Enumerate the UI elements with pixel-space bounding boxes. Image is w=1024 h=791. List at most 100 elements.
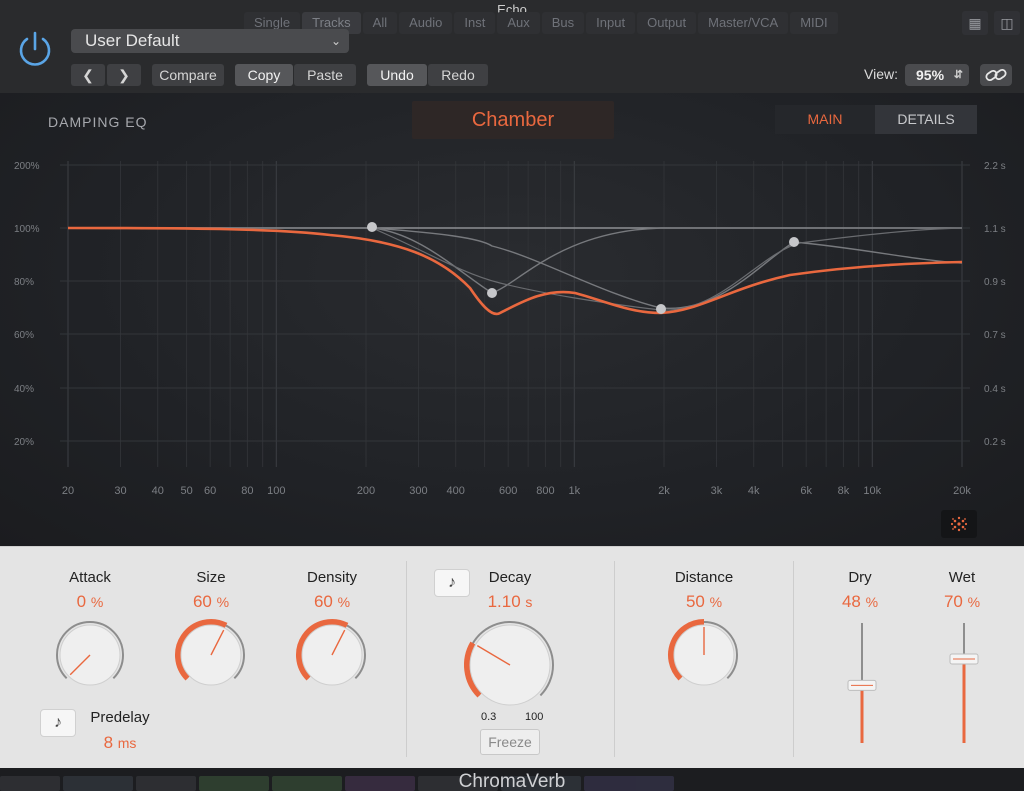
left-axis-label: 200%: [14, 161, 40, 172]
power-icon[interactable]: [14, 29, 56, 71]
eq-graph[interactable]: 200% 100% 80% 60% 40% 20% 2.2 s 1.1 s 0.9 s 0.7 s…: [0, 153, 1024, 498]
predelay-sync-button[interactable]: ♪: [40, 709, 76, 737]
brand-name: ChromaVerb: [458, 771, 566, 791]
chevron-left-icon: ❮: [82, 67, 94, 83]
decay-range-min: 0.3: [481, 711, 497, 723]
preset-select[interactable]: User Default ⌄: [71, 29, 349, 53]
tab-main[interactable]: MAIN: [775, 105, 875, 134]
columns-icon[interactable]: ▦: [962, 11, 988, 35]
strip-tab[interactable]: Bus: [541, 12, 585, 34]
freq-axis-label: 20k: [953, 485, 971, 497]
freq-axis-label: 6k: [800, 485, 812, 497]
prev-preset-button[interactable]: ❮: [71, 64, 105, 86]
controls-panel: Attack 0 % Size 60 % Density 60 % ♪ Pred…: [0, 546, 1024, 768]
freq-axis-label: 200: [357, 485, 375, 497]
eq-title: DAMPING EQ: [48, 114, 148, 130]
eq-handle-high[interactable]: [789, 237, 799, 247]
plugin-footer: ChromaVerb: [0, 768, 1024, 791]
freq-axis-label: 8k: [838, 485, 850, 497]
particle-view-icon[interactable]: [941, 510, 977, 538]
zoom-value: 95%: [916, 67, 945, 83]
freq-axis-label: 400: [447, 485, 465, 497]
decay-value: 1.10 s: [487, 592, 533, 611]
freq-axis-label: 20: [62, 485, 74, 497]
predelay-label: Predelay: [90, 709, 150, 726]
attack-label: Attack: [69, 569, 111, 586]
composite-eq-curve: [67, 226, 963, 316]
window-icons: ▦ ◫: [962, 11, 1020, 35]
eq-handle-low[interactable]: [367, 222, 377, 232]
wet-slider[interactable]: [948, 619, 980, 747]
decay-label: Decay: [488, 569, 532, 586]
size-label: Size: [196, 569, 226, 586]
band-curve-mid: [67, 227, 962, 294]
strip-tab[interactable]: Input: [586, 12, 636, 34]
wet-label: Wet: [948, 569, 976, 586]
freq-axis-label: 3k: [711, 485, 723, 497]
band-curve-low: [371, 227, 963, 311]
damping-eq-panel: DAMPING EQ Chamber MAIN DETAILS 200% 100%…: [0, 93, 1024, 546]
room-type-button[interactable]: Chamber: [412, 101, 614, 139]
attack-value: 0 %: [76, 592, 104, 611]
predelay-value[interactable]: 8 ms: [80, 733, 160, 753]
strip-tab[interactable]: Output: [637, 12, 697, 34]
eq-handle-mid-high[interactable]: [656, 304, 666, 314]
freq-axis-label: 100: [267, 485, 285, 497]
right-axis-label: 0.2 s: [984, 437, 1006, 448]
divider: [793, 561, 794, 757]
strip-tab[interactable]: MIDI: [790, 12, 838, 34]
dry-value: 48 %: [841, 592, 879, 611]
dry-slider[interactable]: [846, 619, 878, 747]
left-axis-label: 40%: [14, 384, 34, 395]
compare-button[interactable]: Compare: [152, 64, 224, 86]
decay-sync-button[interactable]: ♪: [434, 569, 470, 597]
next-preset-button[interactable]: ❯: [107, 64, 141, 86]
freq-axis-label: 10k: [863, 485, 881, 497]
left-axis-label: 20%: [14, 437, 34, 448]
strip-tab[interactable]: Inst: [454, 12, 496, 34]
freq-axis-label: 2k: [658, 485, 670, 497]
density-knob[interactable]: [292, 617, 372, 697]
left-axis-label: 80%: [14, 277, 34, 288]
attack-knob[interactable]: [50, 617, 130, 697]
preset-name: User Default: [85, 31, 180, 50]
paste-button[interactable]: Paste: [294, 64, 356, 86]
left-axis-label: 100%: [14, 224, 40, 235]
strip-tab[interactable]: All: [362, 12, 398, 34]
freq-axis-label: 4k: [748, 485, 760, 497]
link-icon[interactable]: [980, 64, 1012, 86]
distance-knob[interactable]: [664, 617, 744, 697]
freeze-button[interactable]: Freeze: [480, 729, 540, 755]
size-knob[interactable]: [171, 617, 251, 697]
view-tabs: MAIN DETAILS: [775, 105, 977, 134]
right-axis-label: 2.2 s: [984, 161, 1006, 172]
band-curve-high: [67, 227, 963, 309]
freq-axis-label: 50: [180, 485, 192, 497]
freq-axis-label: 80: [241, 485, 253, 497]
divider: [614, 561, 615, 757]
size-value: 60 %: [192, 592, 230, 611]
music-note-icon: ♪: [54, 714, 62, 731]
view-label: View:: [864, 66, 898, 82]
freq-axis-label: 30: [114, 485, 126, 497]
right-axis-label: 0.7 s: [984, 330, 1006, 341]
split-view-icon[interactable]: ◫: [994, 11, 1020, 35]
strip-tab[interactable]: Master/VCA: [698, 12, 789, 34]
freq-axis-label: 300: [409, 485, 427, 497]
tab-details[interactable]: DETAILS: [875, 105, 977, 134]
freq-axis-label: 40: [152, 485, 164, 497]
right-axis-label: 1.1 s: [984, 224, 1006, 235]
strip-tab[interactable]: Audio: [399, 12, 453, 34]
right-axis-label: 0.4 s: [984, 384, 1006, 395]
stepper-icon: ⇵: [953, 69, 963, 81]
redo-button[interactable]: Redo: [428, 64, 488, 86]
eq-handle-mid-low[interactable]: [487, 288, 497, 298]
chevron-down-icon: ⌄: [330, 34, 341, 48]
zoom-select[interactable]: 95% ⇵: [905, 64, 969, 86]
left-axis-label: 60%: [14, 330, 34, 341]
strip-tab[interactable]: Aux: [497, 12, 540, 34]
right-axis-label: 0.9 s: [984, 277, 1006, 288]
undo-button[interactable]: Undo: [367, 64, 427, 86]
copy-button[interactable]: Copy: [235, 64, 293, 86]
decay-knob[interactable]: [458, 617, 562, 707]
